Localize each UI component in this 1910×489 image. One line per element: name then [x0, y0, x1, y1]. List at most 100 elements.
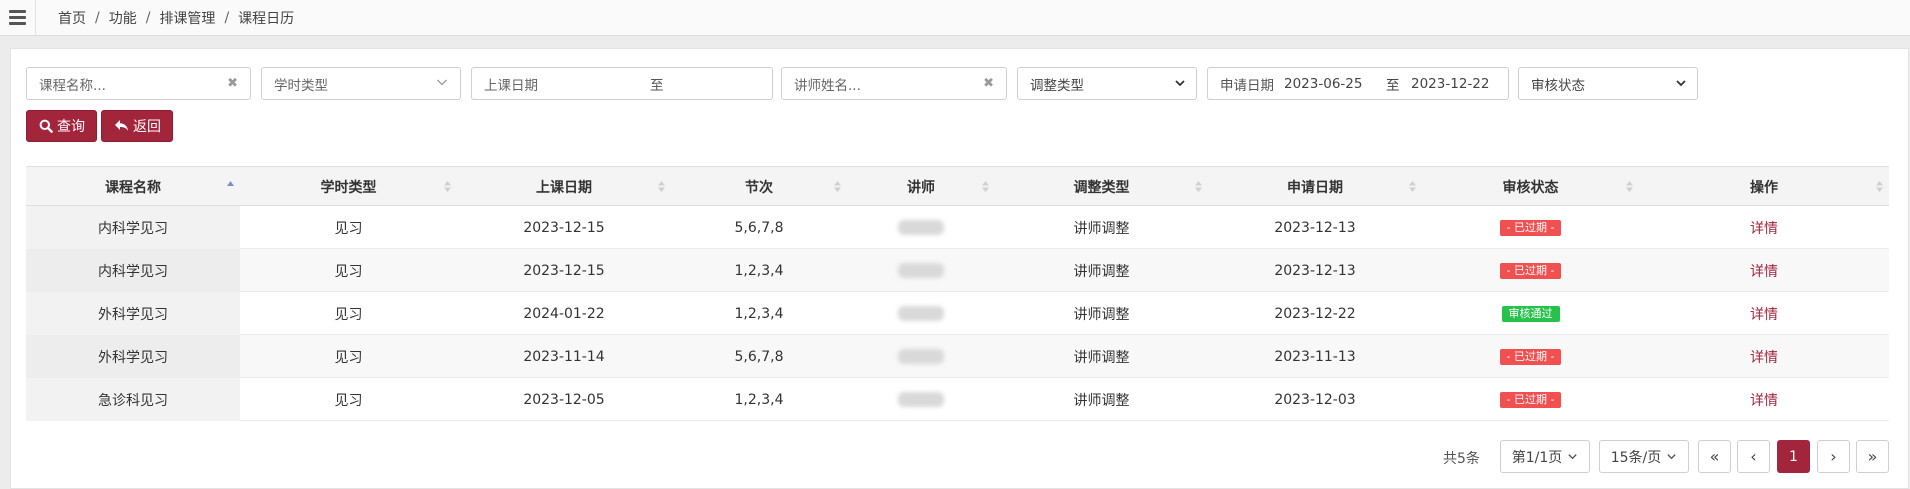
adjust-type-select[interactable]: 调整类型	[1017, 67, 1197, 100]
redacted-teacher-name	[898, 263, 944, 278]
details-link[interactable]: 详情	[1750, 304, 1778, 324]
column-header-label: 学时类型	[320, 180, 377, 196]
date-cell: 2023-11-14	[523, 348, 605, 365]
review-status-value: 审核状态	[1531, 77, 1585, 94]
redacted-teacher-name	[898, 392, 944, 407]
course-cell: 内科学见习	[26, 206, 240, 249]
search-button[interactable]: 查询	[26, 110, 97, 142]
action-cell: 详情	[1639, 249, 1889, 292]
hour-type-select[interactable]: 学时类型	[261, 67, 461, 100]
total-count: 共5条	[1443, 451, 1480, 467]
breadcrumb-function[interactable]: 功能	[109, 8, 137, 28]
th-adjust-type[interactable]: 调整类型	[995, 167, 1208, 207]
back-button[interactable]: 返回	[101, 110, 173, 142]
column-header-label: 讲师	[907, 180, 935, 196]
redacted-teacher-name	[898, 349, 944, 364]
first-page-button[interactable]: «	[1698, 440, 1731, 473]
apply-cell: 2023-12-13	[1274, 219, 1356, 236]
table-row: 内科学见习 见习 2023-12-15 5,6,7,8 讲师调整 2023-12-13 - …	[26, 206, 1889, 249]
prev-page-button[interactable]: ‹	[1737, 440, 1770, 473]
column-header-label: 调整类型	[1073, 180, 1130, 196]
teacher-cell	[847, 292, 995, 335]
class-date-label: 上课日期	[484, 77, 538, 94]
top-bar: 首页 / 功能 / 排课管理 / 课程日历	[0, 0, 1910, 36]
page-size-select[interactable]: 15条/页	[1599, 440, 1689, 473]
sort-icon[interactable]	[1408, 180, 1417, 193]
apply-date-label: 申请日期	[1220, 77, 1274, 94]
column-header-label: 审核状态	[1502, 180, 1559, 196]
table-row: 急诊科见习 见习 2023-12-05 1,2,3,4 讲师调整 2023-12-03 - …	[26, 378, 1889, 421]
sort-icon[interactable]	[1194, 180, 1203, 193]
sort-icon[interactable]	[833, 180, 842, 193]
sort-icon[interactable]	[981, 180, 990, 193]
search-button-label: 查询	[57, 119, 85, 135]
apply-cell: 2023-12-03	[1274, 391, 1356, 408]
details-link[interactable]: 详情	[1750, 218, 1778, 238]
sort-icon[interactable]	[443, 180, 452, 193]
breadcrumb-separator: /	[95, 9, 100, 26]
search-icon	[39, 119, 53, 133]
course-cell: 外科学见习	[26, 292, 240, 335]
th-apply-date[interactable]: 申请日期	[1208, 167, 1422, 207]
th-course-name[interactable]: 课程名称	[26, 167, 240, 207]
chevron-down-icon	[1667, 454, 1676, 460]
th-teacher[interactable]: 讲师	[847, 167, 995, 207]
sort-icon[interactable]	[1875, 180, 1884, 193]
th-actions[interactable]: 操作	[1639, 167, 1889, 207]
breadcrumb-home[interactable]: 首页	[58, 8, 86, 28]
review-status-cell: 审核通过	[1422, 292, 1639, 335]
next-page-button[interactable]: ›	[1817, 440, 1850, 473]
column-header-label: 节次	[745, 180, 773, 196]
range-separator: 至	[1386, 77, 1400, 94]
details-link[interactable]: 详情	[1750, 390, 1778, 410]
apply-date-range-input[interactable]: 申请日期 2023-06-25 至 2023-12-22	[1207, 67, 1509, 100]
th-class-date[interactable]: 上课日期	[457, 167, 671, 207]
menu-toggle-icon[interactable]	[0, 0, 36, 36]
chevron-down-icon	[1568, 454, 1577, 460]
teacher-name-input[interactable]: 讲师姓名... ✖	[781, 67, 1007, 100]
current-page-button[interactable]: 1	[1777, 440, 1810, 473]
th-hour-type[interactable]: 学时类型	[240, 167, 457, 207]
course-name-input[interactable]: 课程名称... ✖	[26, 67, 251, 100]
table-body: 内科学见习 见习 2023-12-15 5,6,7,8 讲师调整 2023-12-13- …	[26, 206, 1889, 421]
date-cell: 2024-01-22	[523, 305, 605, 322]
review-status-cell: - 已过期 -	[1422, 378, 1639, 421]
table-row: 外科学见习 见习 2024-01-22 1,2,3,4 讲师调整 2023-12-22 审核…	[26, 292, 1889, 335]
main-panel: 课程名称... ✖ 学时类型 上课日期 至 讲师姓名... ✖ 调整类型 申请日…	[10, 48, 1909, 489]
type-cell: 见习	[334, 349, 363, 366]
th-review-status[interactable]: 审核状态	[1422, 167, 1639, 207]
details-link[interactable]: 详情	[1750, 347, 1778, 367]
type-cell: 见习	[334, 306, 363, 323]
type-cell: 见习	[334, 220, 363, 237]
sessions-cell: 5,6,7,8	[734, 348, 784, 365]
sort-asc-icon[interactable]	[226, 180, 235, 193]
details-link[interactable]: 详情	[1750, 261, 1778, 281]
page-select[interactable]: 第1/1页	[1500, 440, 1590, 473]
type-cell: 见习	[334, 392, 363, 409]
teacher-cell	[847, 378, 995, 421]
clear-icon[interactable]: ✖	[227, 76, 238, 91]
status-badge: - 已过期 -	[1499, 262, 1562, 279]
table-header: 课程名称 学时类型 上课日期 节次 讲师 调整类型 申请日期 审核状态 操作	[26, 166, 1889, 206]
adjust-cell: 讲师调整	[1073, 306, 1130, 323]
chevron-down-icon	[1676, 80, 1686, 87]
table-row: 内科学见习 见习 2023-12-15 1,2,3,4 讲师调整 2023-12-13 - …	[26, 249, 1889, 292]
apply-cell: 2023-12-13	[1274, 262, 1356, 279]
review-status-select[interactable]: 审核状态	[1518, 67, 1698, 100]
class-date-range-input[interactable]: 上课日期 至	[471, 67, 773, 100]
apply-cell: 2023-12-22	[1274, 305, 1356, 322]
status-badge: - 已过期 -	[1499, 219, 1562, 236]
last-page-button[interactable]: »	[1856, 440, 1889, 473]
action-cell: 详情	[1639, 378, 1889, 421]
status-badge: - 已过期 -	[1499, 391, 1562, 408]
clear-icon[interactable]: ✖	[983, 76, 994, 91]
sort-icon[interactable]	[657, 180, 666, 193]
breadcrumb-scheduling[interactable]: 排课管理	[159, 8, 215, 28]
sort-icon[interactable]	[1625, 180, 1634, 193]
column-header-label: 申请日期	[1287, 180, 1343, 196]
adjust-cell: 讲师调整	[1073, 220, 1130, 237]
sessions-cell: 1,2,3,4	[734, 305, 784, 322]
th-sessions[interactable]: 节次	[671, 167, 847, 207]
reply-arrow-icon	[114, 119, 129, 133]
chevron-down-icon	[437, 79, 447, 86]
